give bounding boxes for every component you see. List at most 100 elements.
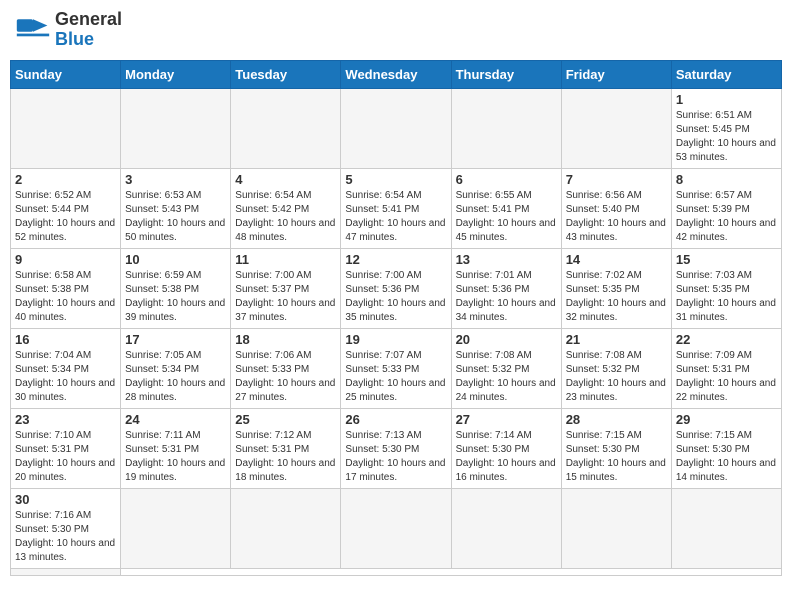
logo-text: GeneralBlue bbox=[55, 10, 122, 50]
day-number: 26 bbox=[345, 412, 446, 427]
day-number: 20 bbox=[456, 332, 557, 347]
day-info: Sunrise: 7:08 AM Sunset: 5:32 PM Dayligh… bbox=[456, 349, 557, 405]
calendar-week-row: 30 Sunrise: 7:16 AM Sunset: 5:30 PM Dayli… bbox=[11, 488, 782, 568]
calendar-week-row: 1 Sunrise: 6:51 AM Sunset: 5:45 PM Daylig… bbox=[11, 88, 782, 168]
calendar-day: 19Sunrise: 7:07 AM Sunset: 5:33 PM Dayli… bbox=[341, 328, 451, 408]
calendar-day bbox=[231, 488, 341, 568]
calendar-day bbox=[671, 488, 781, 568]
day-info: Sunrise: 7:16 AM Sunset: 5:30 PM Dayligh… bbox=[15, 509, 116, 565]
day-info: Sunrise: 7:08 AM Sunset: 5:32 PM Dayligh… bbox=[566, 349, 667, 405]
calendar-day bbox=[561, 88, 671, 168]
day-number: 13 bbox=[456, 252, 557, 267]
day-info: Sunrise: 7:00 AM Sunset: 5:36 PM Dayligh… bbox=[345, 269, 446, 325]
calendar-day: 4 Sunrise: 6:54 AM Sunset: 5:42 PM Daylig… bbox=[231, 168, 341, 248]
calendar-day: 6 Sunrise: 6:55 AM Sunset: 5:41 PM Daylig… bbox=[451, 168, 561, 248]
day-number: 2 bbox=[15, 172, 116, 187]
day-number: 12 bbox=[345, 252, 446, 267]
calendar-day: 30 Sunrise: 7:16 AM Sunset: 5:30 PM Dayli… bbox=[11, 488, 121, 568]
day-info: Sunrise: 6:55 AM Sunset: 5:41 PM Dayligh… bbox=[456, 189, 557, 245]
day-info: Sunrise: 7:02 AM Sunset: 5:35 PM Dayligh… bbox=[566, 269, 667, 325]
calendar-day: 5 Sunrise: 6:54 AM Sunset: 5:41 PM Daylig… bbox=[341, 168, 451, 248]
calendar-day: 3Sunrise: 6:53 AM Sunset: 5:43 PM Daylig… bbox=[121, 168, 231, 248]
calendar-day bbox=[341, 88, 451, 168]
calendar-day: 1 Sunrise: 6:51 AM Sunset: 5:45 PM Daylig… bbox=[671, 88, 781, 168]
day-info: Sunrise: 6:52 AM Sunset: 5:44 PM Dayligh… bbox=[15, 189, 116, 245]
day-number: 6 bbox=[456, 172, 557, 187]
day-number: 21 bbox=[566, 332, 667, 347]
day-info: Sunrise: 6:59 AM Sunset: 5:38 PM Dayligh… bbox=[125, 269, 226, 325]
day-number: 5 bbox=[345, 172, 446, 187]
logo-icon bbox=[15, 12, 51, 48]
day-number: 25 bbox=[235, 412, 336, 427]
day-number: 10 bbox=[125, 252, 226, 267]
calendar-day: 29Sunrise: 7:15 AM Sunset: 5:30 PM Dayli… bbox=[671, 408, 781, 488]
day-info: Sunrise: 7:06 AM Sunset: 5:33 PM Dayligh… bbox=[235, 349, 336, 405]
calendar-day: 9Sunrise: 6:58 AM Sunset: 5:38 PM Daylig… bbox=[11, 248, 121, 328]
day-number: 18 bbox=[235, 332, 336, 347]
day-number: 15 bbox=[676, 252, 777, 267]
weekday-header: Sunday bbox=[11, 60, 121, 88]
day-info: Sunrise: 6:58 AM Sunset: 5:38 PM Dayligh… bbox=[15, 269, 116, 325]
day-info: Sunrise: 7:05 AM Sunset: 5:34 PM Dayligh… bbox=[125, 349, 226, 405]
calendar-day: 8Sunrise: 6:57 AM Sunset: 5:39 PM Daylig… bbox=[671, 168, 781, 248]
calendar-day bbox=[11, 88, 121, 168]
day-number: 7 bbox=[566, 172, 667, 187]
day-info: Sunrise: 7:09 AM Sunset: 5:31 PM Dayligh… bbox=[676, 349, 777, 405]
calendar-day: 15 Sunrise: 7:03 AM Sunset: 5:35 PM Dayli… bbox=[671, 248, 781, 328]
day-info: Sunrise: 7:11 AM Sunset: 5:31 PM Dayligh… bbox=[125, 429, 226, 485]
day-info: Sunrise: 7:10 AM Sunset: 5:31 PM Dayligh… bbox=[15, 429, 116, 485]
calendar-day bbox=[451, 88, 561, 168]
calendar-day: 27Sunrise: 7:14 AM Sunset: 5:30 PM Dayli… bbox=[451, 408, 561, 488]
calendar-day bbox=[121, 88, 231, 168]
page-header: GeneralBlue bbox=[10, 10, 782, 50]
calendar-day: 13 Sunrise: 7:01 AM Sunset: 5:36 PM Dayli… bbox=[451, 248, 561, 328]
day-info: Sunrise: 6:51 AM Sunset: 5:45 PM Dayligh… bbox=[676, 109, 777, 165]
day-number: 14 bbox=[566, 252, 667, 267]
weekday-header: Tuesday bbox=[231, 60, 341, 88]
day-number: 27 bbox=[456, 412, 557, 427]
day-info: Sunrise: 7:01 AM Sunset: 5:36 PM Dayligh… bbox=[456, 269, 557, 325]
day-info: Sunrise: 6:57 AM Sunset: 5:39 PM Dayligh… bbox=[676, 189, 777, 245]
day-info: Sunrise: 6:54 AM Sunset: 5:41 PM Dayligh… bbox=[345, 189, 446, 245]
calendar-week-row: 16Sunrise: 7:04 AM Sunset: 5:34 PM Dayli… bbox=[11, 328, 782, 408]
calendar-week-row: 9Sunrise: 6:58 AM Sunset: 5:38 PM Daylig… bbox=[11, 248, 782, 328]
calendar-day: 22 Sunrise: 7:09 AM Sunset: 5:31 PM Dayli… bbox=[671, 328, 781, 408]
calendar-week-row bbox=[11, 568, 782, 575]
calendar-day: 12 Sunrise: 7:00 AM Sunset: 5:36 PM Dayli… bbox=[341, 248, 451, 328]
day-info: Sunrise: 6:54 AM Sunset: 5:42 PM Dayligh… bbox=[235, 189, 336, 245]
day-info: Sunrise: 7:15 AM Sunset: 5:30 PM Dayligh… bbox=[566, 429, 667, 485]
day-number: 4 bbox=[235, 172, 336, 187]
day-info: Sunrise: 7:00 AM Sunset: 5:37 PM Dayligh… bbox=[235, 269, 336, 325]
day-number: 29 bbox=[676, 412, 777, 427]
day-number: 23 bbox=[15, 412, 116, 427]
calendar-day: 25Sunrise: 7:12 AM Sunset: 5:31 PM Dayli… bbox=[231, 408, 341, 488]
calendar: SundayMondayTuesdayWednesdayThursdayFrid… bbox=[10, 60, 782, 576]
calendar-day: 26 Sunrise: 7:13 AM Sunset: 5:30 PM Dayli… bbox=[341, 408, 451, 488]
weekday-header: Monday bbox=[121, 60, 231, 88]
day-info: Sunrise: 7:03 AM Sunset: 5:35 PM Dayligh… bbox=[676, 269, 777, 325]
day-number: 16 bbox=[15, 332, 116, 347]
calendar-day bbox=[121, 488, 231, 568]
calendar-day: 20 Sunrise: 7:08 AM Sunset: 5:32 PM Dayli… bbox=[451, 328, 561, 408]
calendar-day: 24 Sunrise: 7:11 AM Sunset: 5:31 PM Dayli… bbox=[121, 408, 231, 488]
calendar-day bbox=[341, 488, 451, 568]
day-number: 30 bbox=[15, 492, 116, 507]
day-info: Sunrise: 7:13 AM Sunset: 5:30 PM Dayligh… bbox=[345, 429, 446, 485]
calendar-day: 2 Sunrise: 6:52 AM Sunset: 5:44 PM Daylig… bbox=[11, 168, 121, 248]
day-number: 28 bbox=[566, 412, 667, 427]
calendar-day: 23 Sunrise: 7:10 AM Sunset: 5:31 PM Dayli… bbox=[11, 408, 121, 488]
calendar-day: 21 Sunrise: 7:08 AM Sunset: 5:32 PM Dayli… bbox=[561, 328, 671, 408]
calendar-day: 28 Sunrise: 7:15 AM Sunset: 5:30 PM Dayli… bbox=[561, 408, 671, 488]
calendar-day: 14 Sunrise: 7:02 AM Sunset: 5:35 PM Dayli… bbox=[561, 248, 671, 328]
weekday-header-row: SundayMondayTuesdayWednesdayThursdayFrid… bbox=[11, 60, 782, 88]
day-number: 3 bbox=[125, 172, 226, 187]
day-number: 24 bbox=[125, 412, 226, 427]
calendar-day: 7Sunrise: 6:56 AM Sunset: 5:40 PM Daylig… bbox=[561, 168, 671, 248]
calendar-day bbox=[11, 568, 121, 575]
day-number: 1 bbox=[676, 92, 777, 107]
weekday-header: Friday bbox=[561, 60, 671, 88]
day-number: 17 bbox=[125, 332, 226, 347]
day-number: 11 bbox=[235, 252, 336, 267]
calendar-day: 16Sunrise: 7:04 AM Sunset: 5:34 PM Dayli… bbox=[11, 328, 121, 408]
day-number: 22 bbox=[676, 332, 777, 347]
